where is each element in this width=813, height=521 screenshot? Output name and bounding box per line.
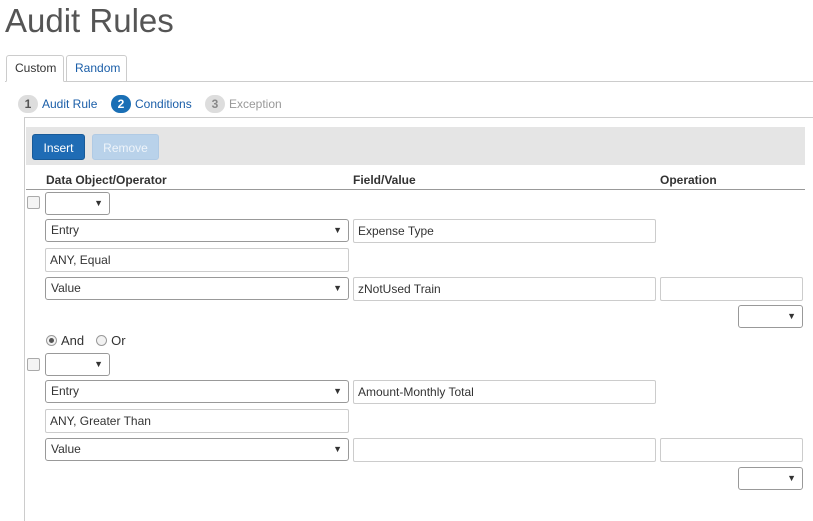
condition-2-value-input[interactable] [353,438,656,462]
tab-custom[interactable]: Custom [6,55,64,82]
header-divider [26,189,805,190]
column-header-operation: Operation [660,173,717,187]
tab-random[interactable]: Random [66,55,127,82]
caret-down-icon: ▼ [333,386,342,396]
condition-2-operation-input[interactable] [660,438,803,462]
condition-1-value-input[interactable]: zNotUsed Train [353,277,656,301]
condition-2-operator-input[interactable]: ANY, Greater Than [45,409,349,433]
caret-down-icon: ▼ [94,359,103,369]
and-radio[interactable] [46,335,57,346]
caret-down-icon: ▼ [787,311,796,321]
caret-down-icon: ▼ [333,444,342,454]
condition-1-checkbox[interactable] [27,196,40,209]
step-conditions[interactable]: 2 Conditions [111,94,192,114]
select-value: Value [51,281,81,295]
step-number: 2 [111,95,131,113]
remove-button: Remove [92,134,159,160]
step-label: Exception [229,97,282,111]
and-label: And [61,333,85,348]
caret-down-icon: ▼ [94,198,103,208]
condition-1-operation-input[interactable] [660,277,803,301]
or-radio[interactable] [96,335,108,346]
condition-2-field-input[interactable]: Amount-Monthly Total [353,380,656,404]
condition-1-value-select[interactable]: Value ▼ [45,277,349,300]
condition-2-value-select[interactable]: Value ▼ [45,438,349,461]
select-value: Value [51,442,81,456]
condition-2-close-paren-select[interactable]: ▼ [738,467,803,490]
caret-down-icon: ▼ [787,473,796,483]
or-label: Or [111,333,126,348]
condition-2-checkbox[interactable] [27,358,40,371]
page-title: Audit Rules [5,2,174,39]
step-audit-rule[interactable]: 1 Audit Rule [18,94,97,114]
step-label: Audit Rule [42,97,98,111]
step-label: Conditions [135,97,192,111]
condition-1-close-paren-select[interactable]: ▼ [738,305,803,328]
condition-1-open-paren-select[interactable]: ▼ [45,192,110,215]
step-number: 3 [205,95,225,113]
caret-down-icon: ▼ [333,225,342,235]
step-number: 1 [18,95,38,113]
logic-radio-group: And Or [46,333,126,348]
condition-1-field-input[interactable]: Expense Type [353,219,656,243]
select-value: Entry [51,384,80,398]
condition-2-open-paren-select[interactable]: ▼ [45,353,110,376]
insert-button[interactable]: Insert [32,134,85,160]
caret-down-icon: ▼ [333,283,342,293]
step-exception: 3 Exception [205,94,282,114]
condition-1-entry-select[interactable]: Entry ▼ [45,219,349,242]
condition-2-entry-select[interactable]: Entry ▼ [45,380,349,403]
column-header-field-value: Field/Value [353,173,416,187]
column-header-data-object: Data Object/Operator [46,173,167,187]
select-value: Entry [51,223,80,237]
condition-1-operator-input[interactable]: ANY, Equal [45,248,349,272]
